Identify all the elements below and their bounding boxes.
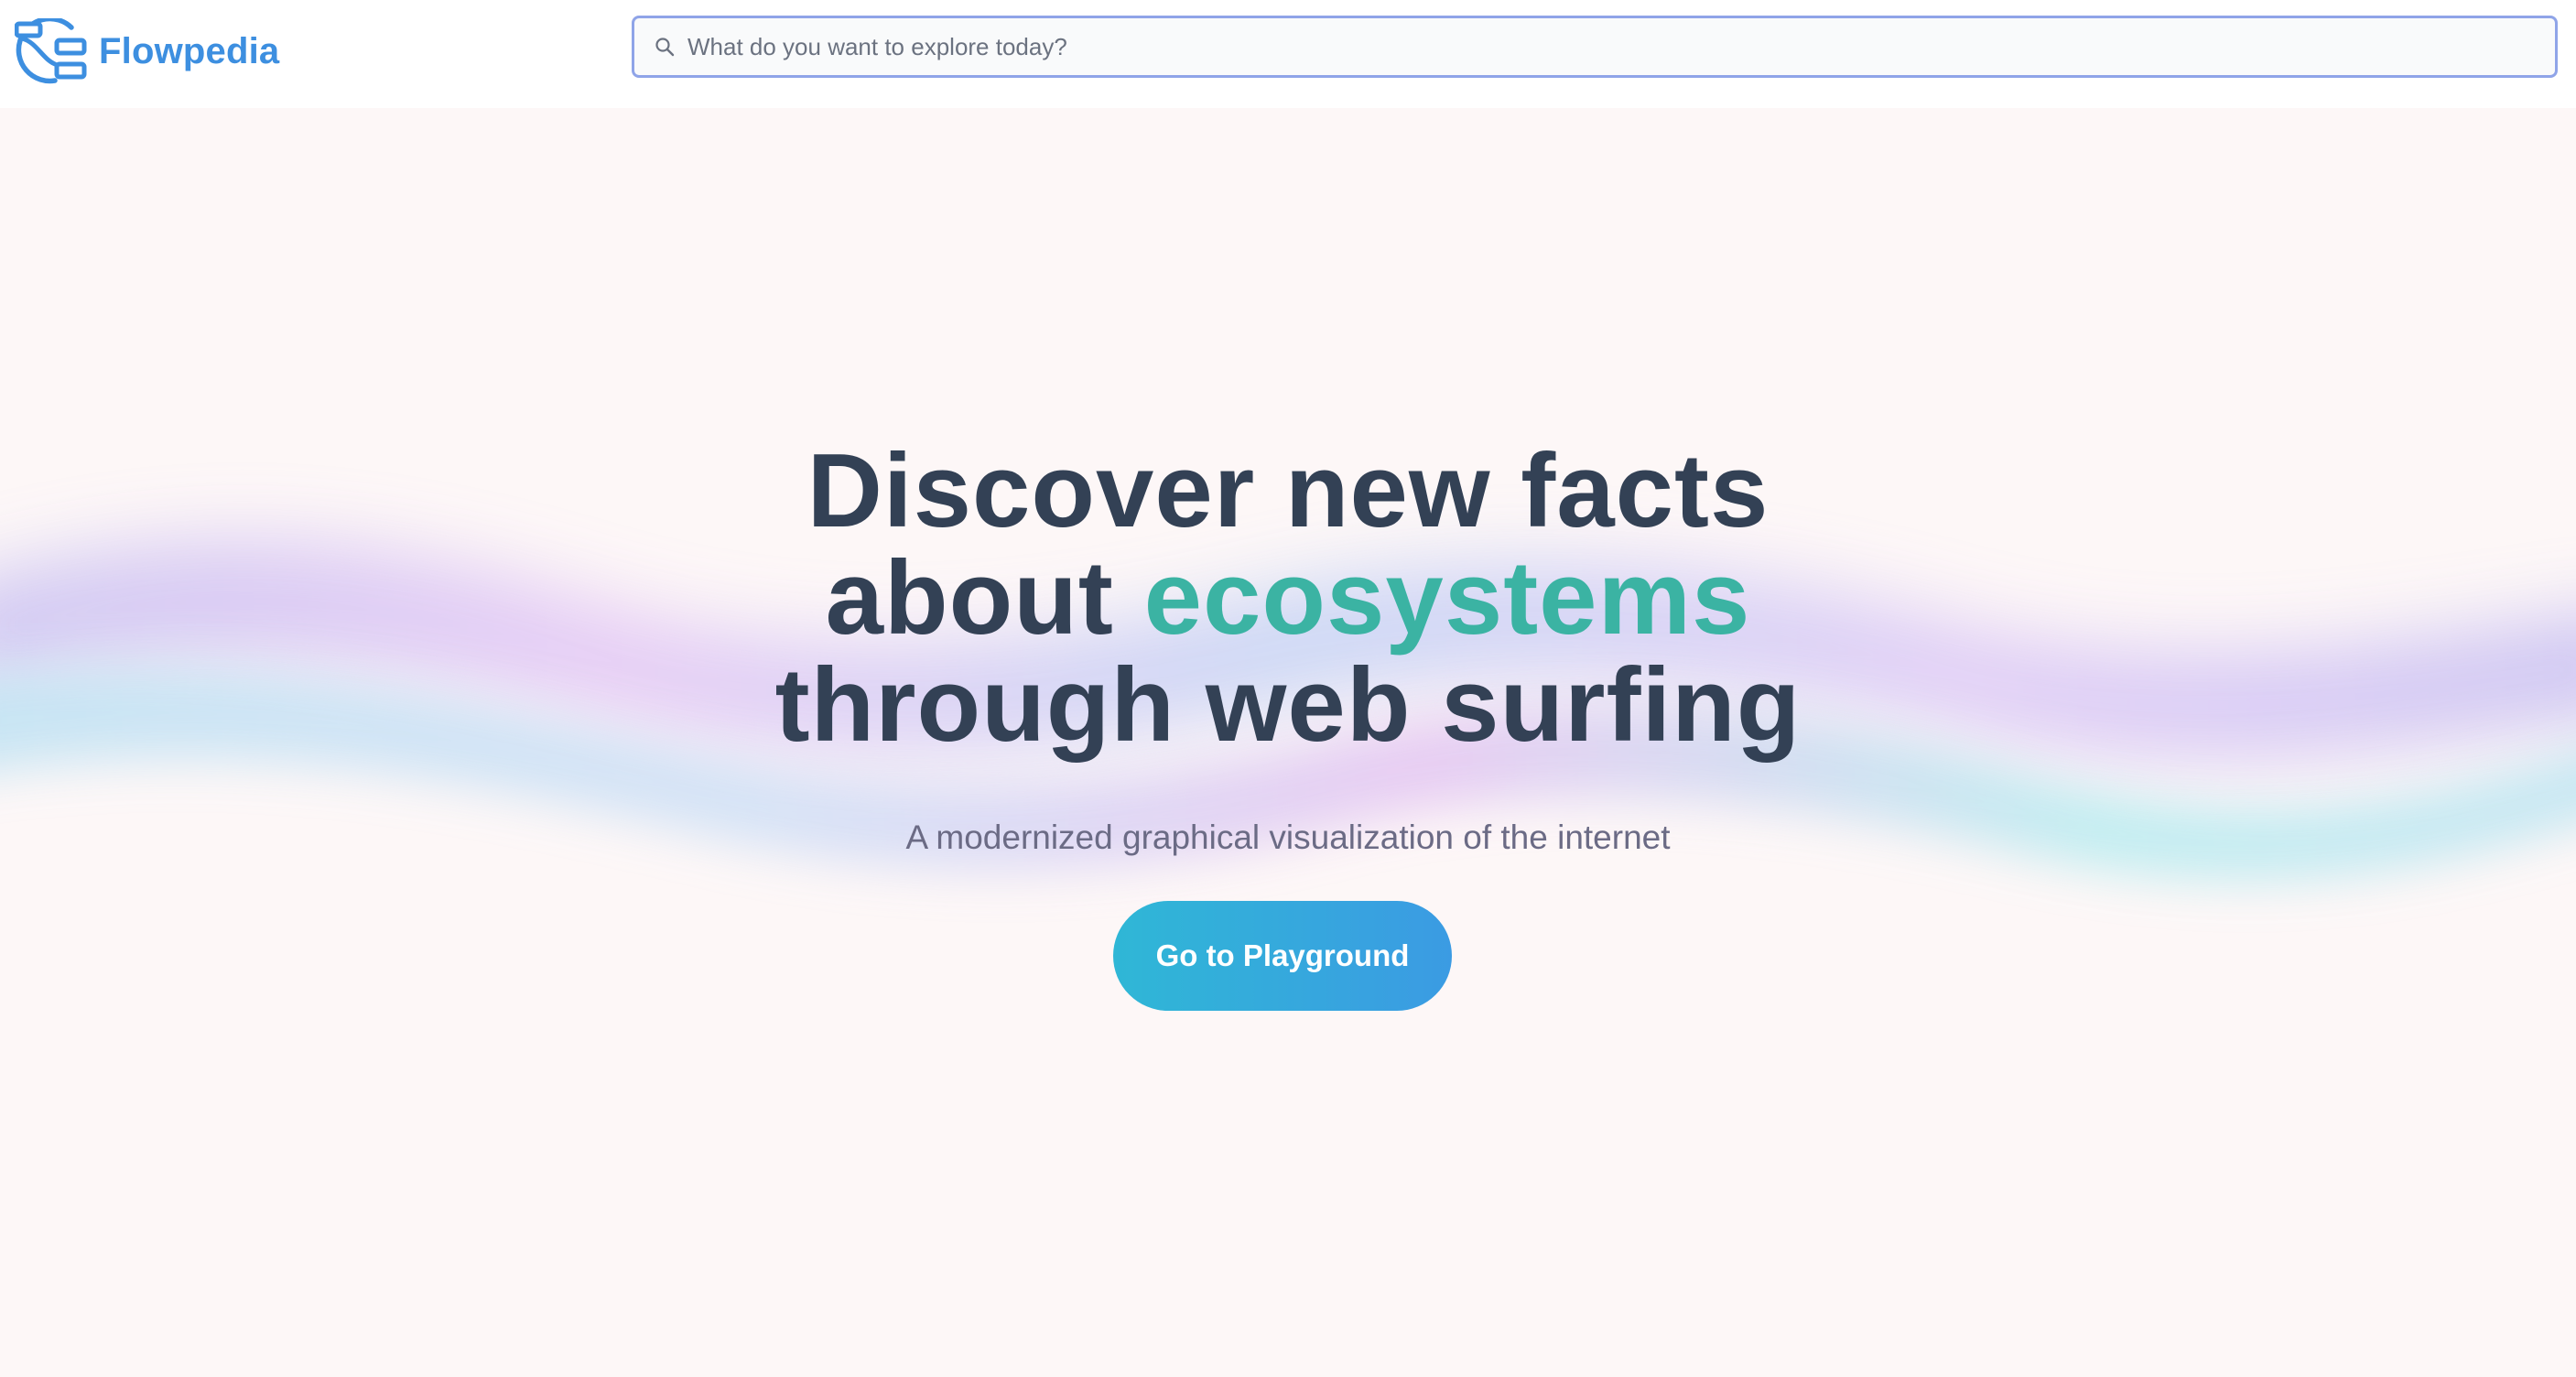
hero-section: Discover new facts about ecosystems thro… <box>0 0 2576 1377</box>
brand-name: Flowpedia <box>99 30 280 71</box>
headline-line-1: Discover new facts <box>806 433 1770 549</box>
hero-subtitle: A modernized graphical visualization of … <box>905 819 1671 856</box>
brand-link[interactable]: Flowpedia <box>15 18 279 84</box>
headline-line-2-prefix: about <box>825 540 1144 656</box>
top-header: Flowpedia <box>0 0 2576 108</box>
go-to-playground-button[interactable]: Go to Playground <box>1113 901 1452 1011</box>
hero-headline: Discover new facts about ecosystems thro… <box>0 438 2576 759</box>
headline-accent-word: ecosystems <box>1143 540 1751 656</box>
headline-line-2: about ecosystems <box>0 545 2576 652</box>
headline-line-3: through web surfing <box>774 647 1802 764</box>
search-bar[interactable] <box>632 16 2558 78</box>
search-icon <box>655 38 675 57</box>
flowpedia-logo-icon <box>15 18 87 84</box>
search-input[interactable] <box>687 19 2555 74</box>
